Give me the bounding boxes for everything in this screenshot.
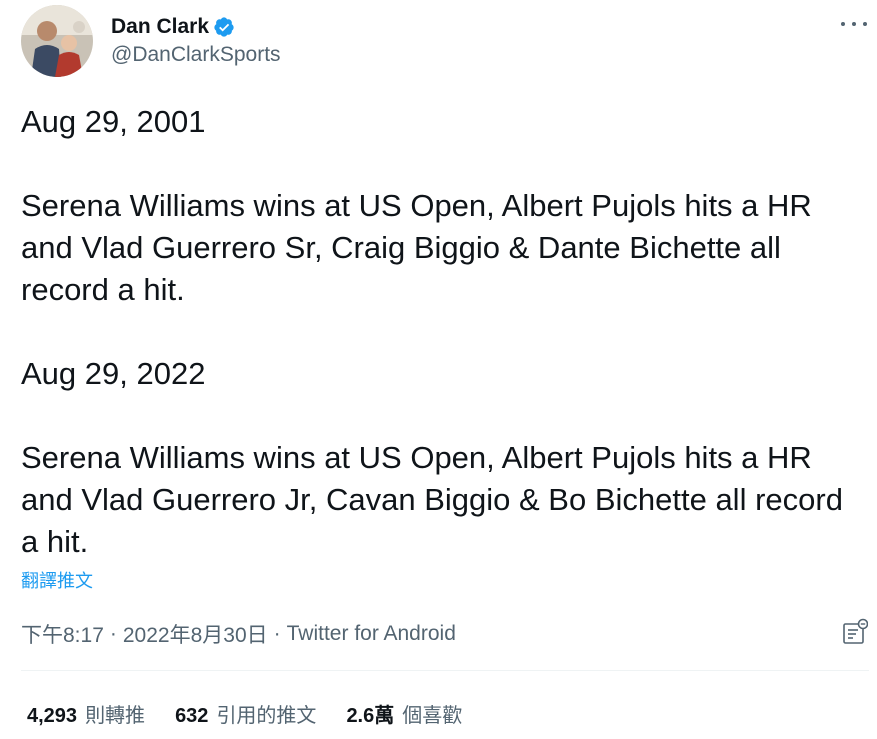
likes-label: 個喜歡 xyxy=(402,705,463,727)
name-row: Dan Clark xyxy=(111,15,235,39)
tweet-paragraph: Serena Williams wins at US Open, Albert … xyxy=(21,440,843,559)
tweet-stats: 4,293 則轉推 632 引用的推文 2.6萬 個喜歡 xyxy=(27,699,492,728)
analytics-icon[interactable] xyxy=(842,618,869,646)
retweets-label: 則轉推 xyxy=(85,705,146,727)
meta-separator: · xyxy=(109,622,117,645)
tweet-paragraph: Aug 29, 2022 xyxy=(21,356,206,391)
tweet-meta: 下午8:17 · 2022年8月30日 · Twitter for Androi… xyxy=(21,619,456,649)
divider xyxy=(21,670,869,671)
translate-tweet-link[interactable]: 翻譯推文 xyxy=(21,567,93,593)
meta-separator: · xyxy=(273,622,281,645)
avatar[interactable] xyxy=(21,5,93,77)
tweet-paragraph: Aug 29, 2001 xyxy=(21,104,206,139)
tweet-date[interactable]: 2022年8月30日 xyxy=(123,619,268,649)
tweet-paragraph: Serena Williams wins at US Open, Albert … xyxy=(21,188,812,307)
quotes-label: 引用的推文 xyxy=(216,705,317,727)
tweet-header: Dan Clark @DanClarkSports xyxy=(21,5,871,77)
tweet-text: Aug 29, 2001 Serena Williams wins at US … xyxy=(21,101,861,563)
handle[interactable]: @DanClarkSports xyxy=(111,43,281,67)
likes-count: 2.6萬 xyxy=(346,705,395,727)
quotes-count: 632 xyxy=(175,705,209,727)
likes-stat[interactable]: 2.6萬 個喜歡 xyxy=(346,699,462,728)
tweet-source[interactable]: Twitter for Android xyxy=(287,622,456,646)
verified-badge-icon xyxy=(213,16,235,38)
display-name[interactable]: Dan Clark xyxy=(111,15,209,39)
tweet-time[interactable]: 下午8:17 xyxy=(21,619,104,649)
retweets-count: 4,293 xyxy=(27,705,78,727)
more-horizontal-icon[interactable] xyxy=(841,15,867,33)
retweets-stat[interactable]: 4,293 則轉推 xyxy=(27,699,145,728)
quotes-stat[interactable]: 632 引用的推文 xyxy=(175,699,316,728)
